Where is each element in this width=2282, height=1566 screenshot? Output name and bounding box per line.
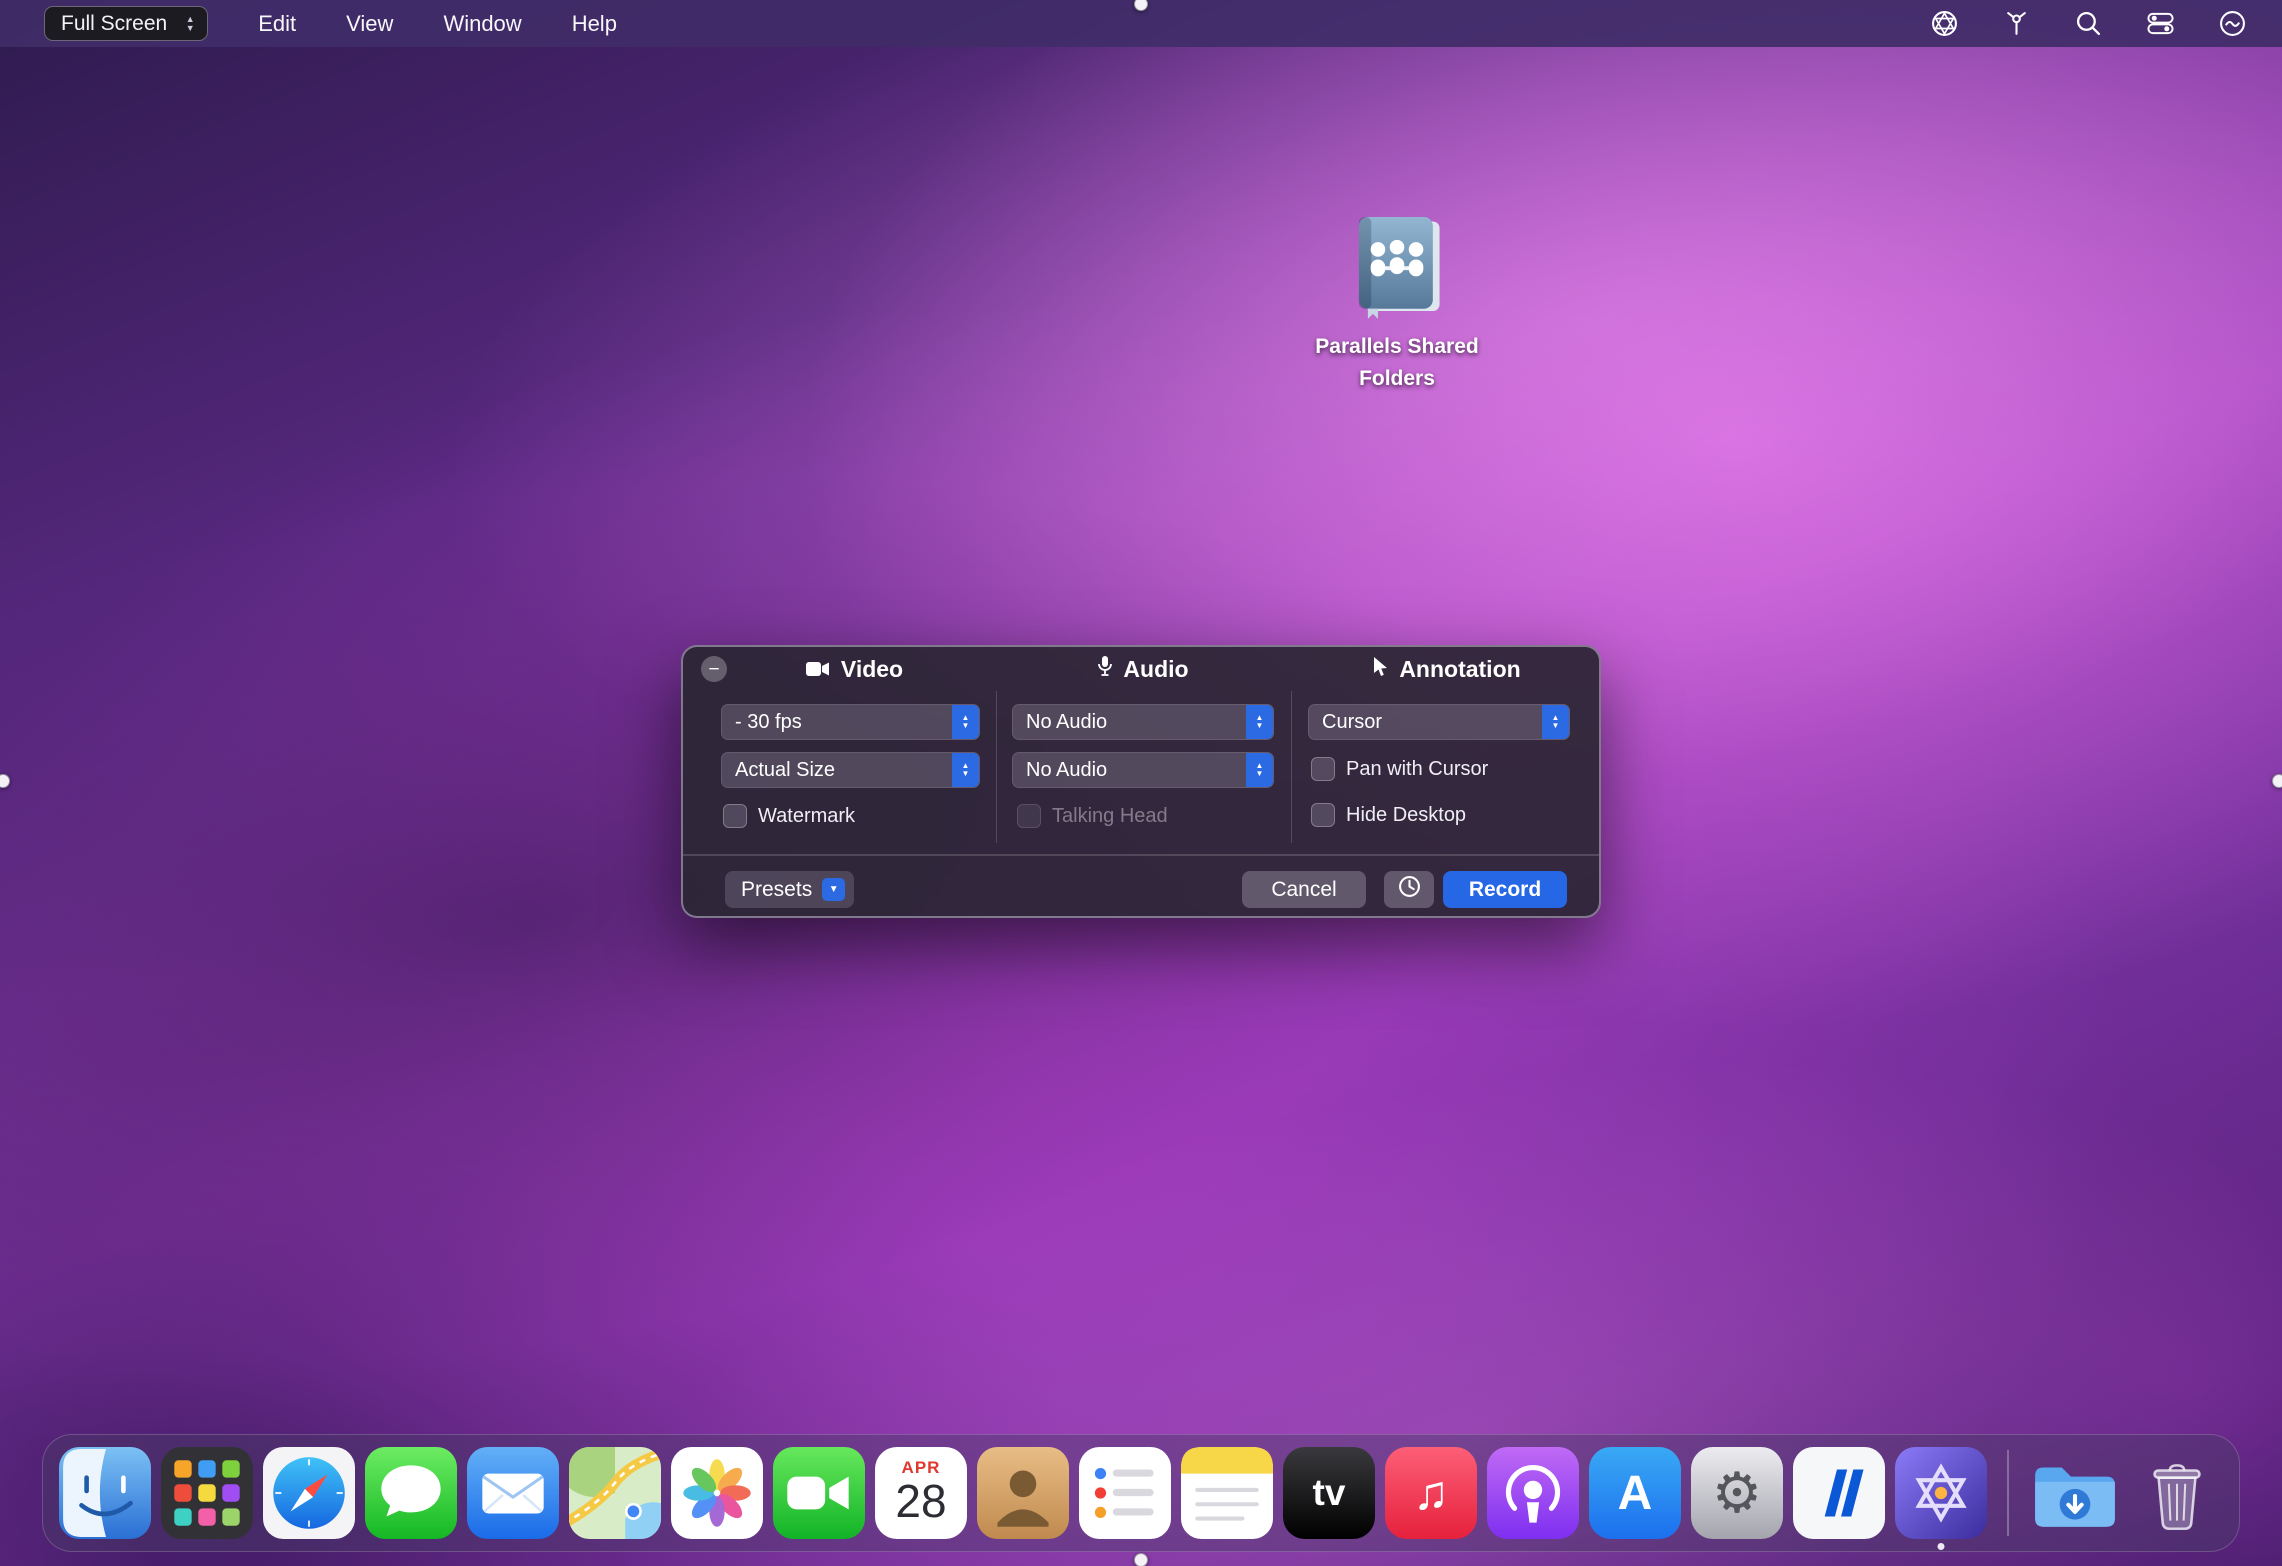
hide-desktop-label: Hide Desktop — [1346, 804, 1466, 827]
dock-downloads-folder-icon[interactable] — [2029, 1447, 2121, 1539]
dock-facetime-icon[interactable] — [773, 1447, 865, 1539]
video-camera-icon — [806, 656, 830, 683]
cancel-button[interactable]: Cancel — [1242, 871, 1366, 908]
annotation-section-title: Annotation — [1291, 654, 1603, 684]
resize-handle-right[interactable] — [2272, 774, 2282, 788]
dock-calendar-icon[interactable]: APR 28 — [875, 1447, 967, 1539]
column-divider — [1291, 691, 1292, 843]
record-label: Record — [1469, 878, 1541, 902]
dock: APR 28 tv ♫ A ⚙ — [42, 1434, 2240, 1552]
menu-bar-left: Full Screen ▲▼ Edit View Window Help — [0, 6, 617, 41]
desktop-icon-label: Parallels Shared Folders — [1297, 331, 1497, 394]
talking-head-checkbox: Talking Head — [1017, 804, 1168, 828]
menu-edit[interactable]: Edit — [258, 11, 296, 37]
presets-label: Presets — [741, 878, 812, 902]
dock-divider — [2007, 1450, 2009, 1536]
dock-maps-icon[interactable] — [569, 1447, 661, 1539]
dock-messages-icon[interactable] — [365, 1447, 457, 1539]
app-store-logo: A — [1618, 1466, 1653, 1521]
chevron-up-down-icon: ▲▼ — [179, 11, 201, 37]
presets-button[interactable]: Presets ▼ — [725, 871, 854, 908]
dock-system-preferences-icon[interactable]: ⚙ — [1691, 1447, 1783, 1539]
fullscreen-popup-button[interactable]: Full Screen ▲▼ — [44, 6, 208, 41]
pan-with-cursor-checkbox[interactable]: Pan with Cursor — [1311, 757, 1488, 781]
dock-podcasts-icon[interactable] — [1487, 1447, 1579, 1539]
capture-tool-icon[interactable] — [2002, 10, 2030, 38]
tv-logo: tv — [1313, 1472, 1346, 1514]
dock-mail-icon[interactable] — [467, 1447, 559, 1539]
resize-handle-bottom[interactable] — [1134, 1553, 1148, 1566]
recording-options-panel: − Video Audio Annotation - 30 fps ▲▼ — [681, 645, 1601, 918]
cancel-label: Cancel — [1271, 878, 1336, 902]
menu-bar-status-icons — [1930, 10, 2282, 38]
timer-button[interactable] — [1384, 871, 1434, 908]
select-stepper-icon: ▲▼ — [952, 705, 979, 739]
record-button[interactable]: Record — [1443, 871, 1567, 908]
chevron-down-icon: ▼ — [822, 878, 845, 901]
cursor-icon — [1373, 656, 1388, 683]
dock-parallels-desktop-icon[interactable] — [1793, 1447, 1885, 1539]
watermark-label: Watermark — [758, 805, 855, 828]
dock-photos-icon[interactable] — [671, 1447, 763, 1539]
dock-notes-icon[interactable] — [1181, 1447, 1273, 1539]
talking-head-label: Talking Head — [1052, 805, 1168, 828]
shared-folders-book-icon — [1341, 208, 1453, 320]
dock-launchpad-icon[interactable] — [161, 1447, 253, 1539]
select-stepper-icon: ▲▼ — [1246, 753, 1273, 787]
fullscreen-popup-label: Full Screen — [61, 12, 167, 36]
running-indicator — [1938, 1543, 1945, 1550]
watermark-checkbox[interactable]: Watermark — [723, 804, 855, 828]
calendar-day: 28 — [895, 1478, 946, 1524]
search-icon[interactable] — [2074, 10, 2102, 38]
footer-divider — [683, 854, 1599, 856]
system-audio-value: No Audio — [1013, 759, 1246, 782]
dock-finder-icon[interactable] — [59, 1447, 151, 1539]
aperture-icon[interactable] — [1930, 10, 1958, 38]
fps-select-value: - 30 fps — [722, 711, 952, 734]
select-stepper-icon: ▲▼ — [1542, 705, 1569, 739]
audio-source-value: No Audio — [1013, 711, 1246, 734]
audio-source-select[interactable]: No Audio ▲▼ — [1012, 704, 1274, 740]
audio-section-title: Audio — [996, 654, 1291, 684]
microphone-icon — [1098, 656, 1112, 683]
checkbox-box — [1311, 803, 1335, 827]
system-audio-select[interactable]: No Audio ▲▼ — [1012, 752, 1274, 788]
menu-help[interactable]: Help — [572, 11, 617, 37]
video-section-title: Video — [713, 654, 996, 684]
hide-desktop-checkbox[interactable]: Hide Desktop — [1311, 803, 1466, 827]
size-select-value: Actual Size — [722, 759, 952, 782]
select-stepper-icon: ▲▼ — [952, 753, 979, 787]
dock-app-store-icon[interactable]: A — [1589, 1447, 1681, 1539]
fps-select[interactable]: - 30 fps ▲▼ — [721, 704, 980, 740]
dock-music-icon[interactable]: ♫ — [1385, 1447, 1477, 1539]
annotation-mode-value: Cursor — [1309, 711, 1542, 734]
checkbox-box — [723, 804, 747, 828]
music-note-icon: ♫ — [1413, 1466, 1449, 1521]
desktop-icon-parallels-shared-folders[interactable]: Parallels Shared Folders — [1297, 208, 1497, 394]
pan-with-cursor-label: Pan with Cursor — [1346, 758, 1488, 781]
annotation-mode-select[interactable]: Cursor ▲▼ — [1308, 704, 1570, 740]
dock-reminders-icon[interactable] — [1079, 1447, 1171, 1539]
dock-trash-icon[interactable] — [2131, 1447, 2223, 1539]
user-menu-icon[interactable] — [2218, 10, 2246, 38]
column-divider — [996, 691, 997, 843]
dock-apple-tv-icon[interactable]: tv — [1283, 1447, 1375, 1539]
dock-safari-icon[interactable] — [263, 1447, 355, 1539]
gear-icon: ⚙ — [1712, 1465, 1762, 1521]
dock-screen-recorder-icon[interactable] — [1895, 1447, 1987, 1539]
size-select[interactable]: Actual Size ▲▼ — [721, 752, 980, 788]
menu-view[interactable]: View — [346, 11, 393, 37]
menu-window[interactable]: Window — [443, 11, 521, 37]
desktop: Full Screen ▲▼ Edit View Window Help — [0, 0, 2282, 1566]
clock-icon — [1398, 875, 1421, 904]
checkbox-box — [1311, 757, 1335, 781]
control-center-icon[interactable] — [2146, 10, 2174, 38]
dock-contacts-icon[interactable] — [977, 1447, 1069, 1539]
checkbox-box — [1017, 804, 1041, 828]
select-stepper-icon: ▲▼ — [1246, 705, 1273, 739]
